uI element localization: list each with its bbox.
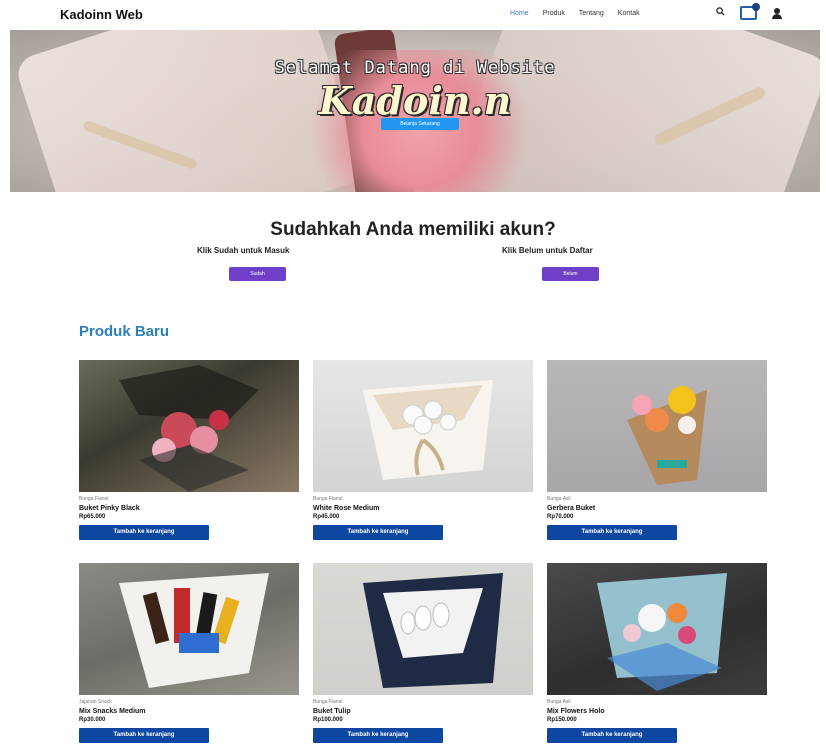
product-price: Rp100.000: [313, 717, 343, 723]
product-name[interactable]: Gerbera Buket: [547, 505, 767, 512]
hero-title: Selamat Datang di Website: [274, 58, 556, 78]
nav-link-kontak[interactable]: Kontak: [618, 10, 640, 17]
search-icon[interactable]: [716, 7, 725, 19]
nav-link-produk[interactable]: Produk: [543, 10, 565, 17]
add-to-cart-button[interactable]: Tambah ke keranjang: [79, 728, 209, 743]
product-card: Bunga Flanel Buket Tulip Rp100.000 Tamba…: [313, 563, 533, 743]
product-price: Rp65.000: [79, 514, 106, 520]
product-card: Bunga Flanel White Rose Medium Rp45.000 …: [313, 360, 533, 540]
add-to-cart-button[interactable]: Tambah ke keranjang: [547, 728, 677, 743]
product-card: Bunga Asli Mix Flowers Holo Rp150.000 Ta…: [547, 563, 767, 743]
hero-banner: Selamat Datang di Website Kadoin.n Belan…: [10, 30, 820, 192]
login-hint: Klik Sudah untuk Masuk: [197, 246, 290, 255]
login-button[interactable]: Sudah: [229, 267, 286, 281]
brand-logo[interactable]: Kadoinn Web: [60, 7, 143, 22]
product-name[interactable]: Buket Tulip: [313, 708, 533, 715]
product-category: Bunga Asli: [547, 496, 571, 502]
product-image[interactable]: [313, 360, 533, 492]
product-image[interactable]: [79, 360, 299, 492]
add-to-cart-button[interactable]: Tambah ke keranjang: [313, 728, 443, 743]
user-icon[interactable]: [772, 8, 782, 20]
product-card: Jajanan Snack Mix Snacks Medium Rp30.000…: [79, 563, 299, 743]
product-card: Bunga Asli Gerbera Buket Rp70.000 Tambah…: [547, 360, 767, 540]
product-price: Rp70.000: [547, 514, 574, 520]
register-button[interactable]: Belum: [542, 267, 599, 281]
product-image[interactable]: [547, 360, 767, 492]
product-category: Bunga Flanel: [79, 496, 109, 502]
product-price: Rp30.000: [79, 717, 106, 723]
product-image[interactable]: [313, 563, 533, 695]
cart-badge: [752, 3, 760, 11]
product-price: Rp45.000: [313, 514, 340, 520]
hero-brand: Kadoin.n: [318, 78, 512, 123]
product-category: Bunga Flanel: [313, 699, 343, 705]
add-to-cart-button[interactable]: Tambah ke keranjang: [313, 525, 443, 540]
cart-icon[interactable]: [740, 3, 760, 20]
product-image[interactable]: [547, 563, 767, 695]
product-category: Jajanan Snack: [79, 699, 112, 705]
add-to-cart-button[interactable]: Tambah ke keranjang: [547, 525, 677, 540]
shop-now-button[interactable]: Belanja Sekarang: [381, 118, 459, 130]
nav-links: Home Produk Tentang Kontak: [510, 10, 654, 17]
product-price: Rp150.000: [547, 717, 577, 723]
product-name[interactable]: Mix Snacks Medium: [79, 708, 299, 715]
product-name[interactable]: Mix Flowers Holo: [547, 708, 767, 715]
navbar: Kadoinn Web Home Produk Tentang Kontak: [0, 0, 826, 30]
product-image[interactable]: [79, 563, 299, 695]
product-name[interactable]: White Rose Medium: [313, 505, 533, 512]
product-category: Bunga Flanel: [313, 496, 343, 502]
section-title: Produk Baru: [79, 323, 170, 340]
product-category: Bunga Asli: [547, 699, 571, 705]
product-card: Bunga Flanel Buket Pinky Black Rp65.000 …: [79, 360, 299, 540]
nav-link-home[interactable]: Home: [510, 10, 529, 17]
account-heading: Sudahkah Anda memiliki akun?: [270, 219, 556, 240]
nav-link-tentang[interactable]: Tentang: [579, 10, 604, 17]
add-to-cart-button[interactable]: Tambah ke keranjang: [79, 525, 209, 540]
register-hint: Klik Belum untuk Daftar: [502, 246, 593, 255]
product-name[interactable]: Buket Pinky Black: [79, 505, 299, 512]
